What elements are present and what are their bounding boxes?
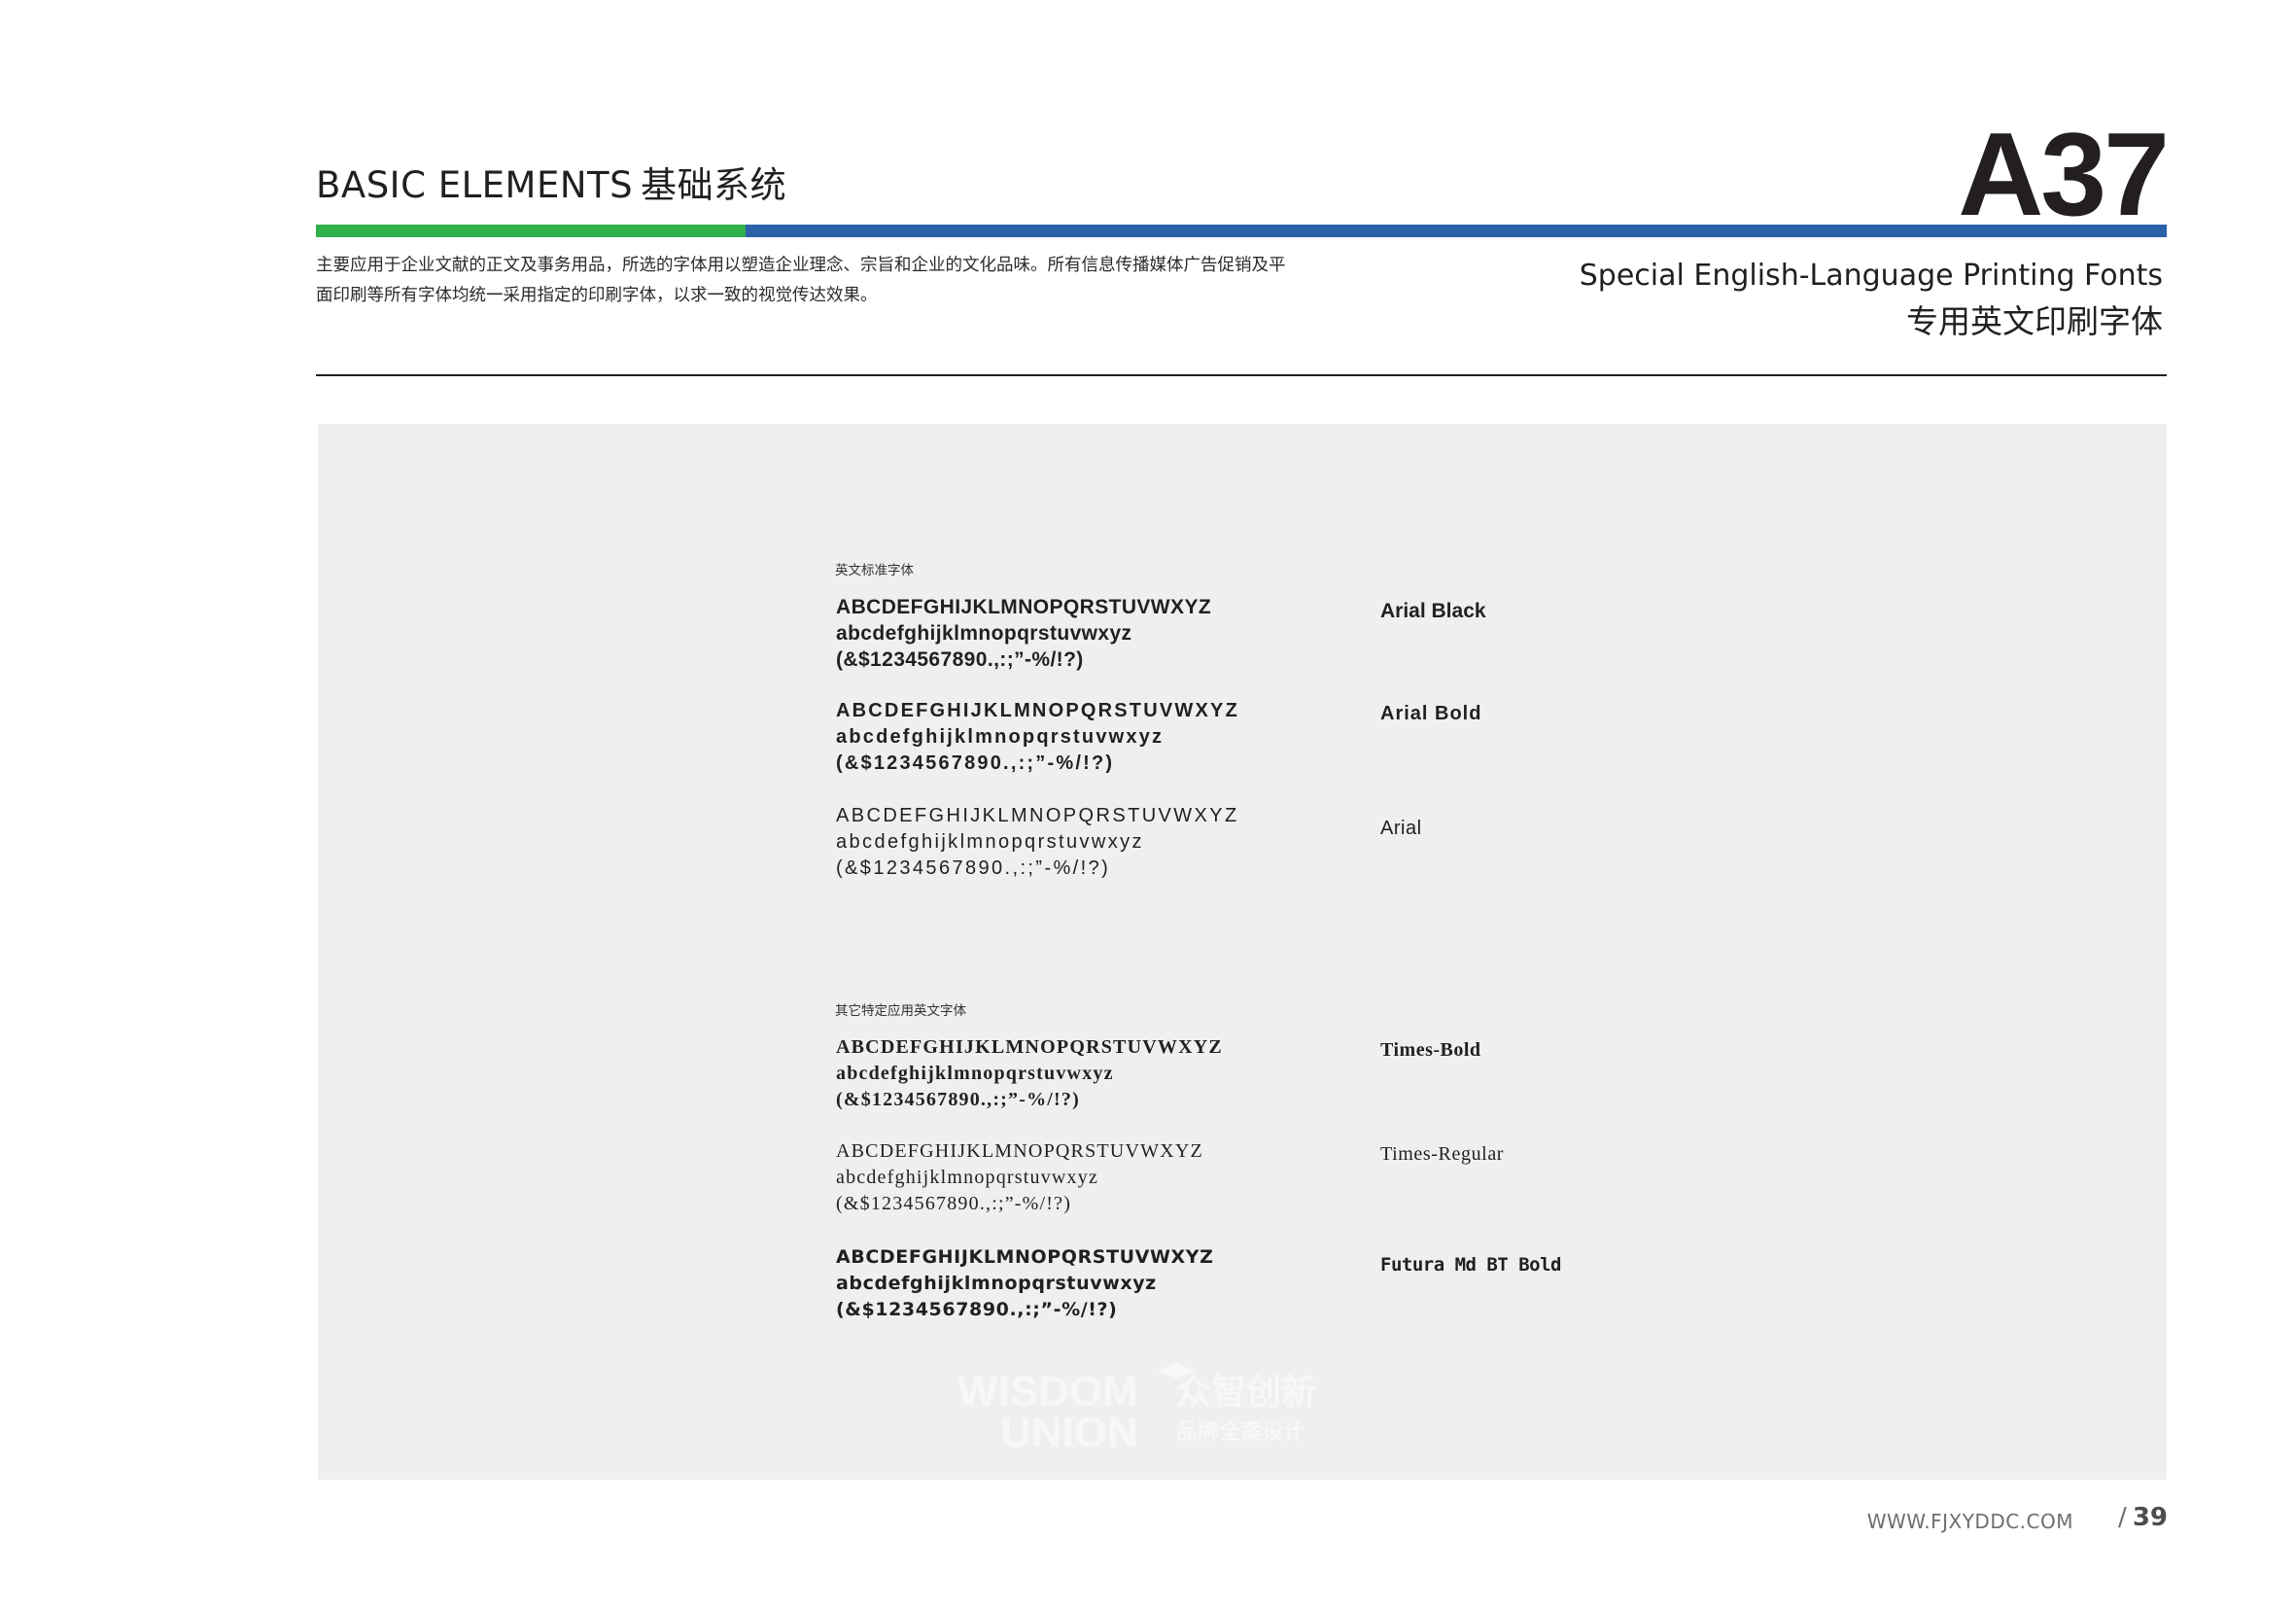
header-divider: [316, 374, 2167, 376]
font-name-times-regular: Times-Regular: [1380, 1143, 1505, 1165]
watermark-logo: WISDOM UNION 众智创新 品牌全案设计: [957, 1363, 1316, 1449]
page-number-value: 39: [2132, 1503, 2168, 1532]
specimen-uppercase: ABCDEFGHIJKLMNOPQRSTUVWXYZ: [836, 1140, 1203, 1162]
specimen-symbols: (&$1234567890.,:;”-%/!?): [836, 752, 1115, 774]
footer-url[interactable]: WWW.FJXYDDC.COM: [1867, 1510, 2073, 1533]
specimen-futura-bold: ABCDEFGHIJKLMNOPQRSTUVWXYZ abcdefghijklm…: [836, 1244, 1214, 1323]
watermark-text-zh: 众智创新: [1176, 1373, 1316, 1413]
font-name-arial-black: Arial Black: [1380, 600, 1486, 622]
specimen-times-bold: ABCDEFGHIJKLMNOPQRSTUVWXYZ abcdefghijklm…: [836, 1034, 1223, 1113]
group-label-special: 其它特定应用英文字体: [835, 1003, 966, 1019]
specimen-arial-bold: ABCDEFGHIJKLMNOPQRSTUVWXYZ abcdefghijklm…: [836, 698, 1239, 777]
page-number-slash: /: [2118, 1503, 2127, 1532]
green-accent-bar: [316, 225, 746, 237]
specimen-uppercase: ABCDEFGHIJKLMNOPQRSTUVWXYZ: [836, 1246, 1214, 1268]
blue-accent-bar: [746, 225, 2167, 237]
section-title-en: BASIC ELEMENTS: [316, 164, 634, 206]
specimen-uppercase: ABCDEFGHIJKLMNOPQRSTUVWXYZ: [836, 1036, 1223, 1058]
page-title-zh: 专用英文印刷字体: [1906, 302, 2163, 340]
specimen-lowercase: abcdefghijklmnopqrstuvwxyz: [836, 1273, 1157, 1294]
font-name-futura-bold: Futura Md BT Bold: [1380, 1254, 1561, 1276]
description-line: 主要应用于企业文献的正文及事务用品，所选的字体用以塑造企业理念、宗旨和企业的文化…: [316, 256, 1286, 275]
watermark-text-zh-sub: 品牌全案设计: [1176, 1419, 1305, 1445]
watermark-text-2: UNION: [1000, 1409, 1138, 1449]
specimen-symbols: (&$1234567890.,:;”-%/!?): [836, 1089, 1080, 1110]
specimen-arial-black: ABCDEFGHIJKLMNOPQRSTUVWXYZ abcdefghijklm…: [836, 594, 1211, 673]
specimen-symbols: (&$1234567890.,:;”-%/!?): [836, 1193, 1072, 1214]
specimen-lowercase: abcdefghijklmnopqrstuvwxyz: [836, 1167, 1099, 1188]
group-label-standard: 英文标准字体: [835, 563, 914, 578]
specimen-lowercase: abcdefghijklmnopqrstuvwxyz: [836, 726, 1165, 748]
specimen-symbols: (&$1234567890.,:;”-%/!?): [836, 1299, 1118, 1320]
specimen-uppercase: ABCDEFGHIJKLMNOPQRSTUVWXYZ: [836, 596, 1212, 618]
font-name-arial: Arial: [1380, 818, 1422, 839]
specimen-symbols: (&$1234567890.,:;”-%/!?): [836, 857, 1111, 879]
font-name-times-bold: Times-Bold: [1380, 1039, 1481, 1061]
page-title-en: Special English-Language Printing Fonts: [1579, 259, 2163, 293]
description: 主要应用于企业文献的正文及事务用品，所选的字体用以塑造企业理念、宗旨和企业的文化…: [316, 251, 1405, 311]
specimen-arial: ABCDEFGHIJKLMNOPQRSTUVWXYZ abcdefghijklm…: [836, 803, 1239, 882]
description-line: 面印刷等所有字体均统一采用指定的印刷字体，以求一致的视觉传达效果。: [316, 286, 878, 305]
specimen-lowercase: abcdefghijklmnopqrstuvwxyz: [836, 622, 1132, 645]
font-specimen-panel: [318, 424, 2167, 1480]
specimen-lowercase: abcdefghijklmnopqrstuvwxyz: [836, 1063, 1114, 1084]
section-title: BASIC ELEMENTS 基础系统: [316, 167, 786, 203]
page-code: A37: [1958, 108, 2170, 240]
font-name-arial-bold: Arial Bold: [1380, 703, 1482, 724]
page-number: /39: [2118, 1503, 2168, 1532]
specimen-uppercase: ABCDEFGHIJKLMNOPQRSTUVWXYZ: [836, 700, 1239, 721]
specimen-uppercase: ABCDEFGHIJKLMNOPQRSTUVWXYZ: [836, 805, 1239, 826]
specimen-times-regular: ABCDEFGHIJKLMNOPQRSTUVWXYZ abcdefghijklm…: [836, 1138, 1203, 1217]
section-title-zh: 基础系统: [641, 164, 787, 206]
specimen-symbols: (&$1234567890.,:;”-%/!?): [836, 648, 1084, 671]
specimen-lowercase: abcdefghijklmnopqrstuvwxyz: [836, 831, 1144, 853]
